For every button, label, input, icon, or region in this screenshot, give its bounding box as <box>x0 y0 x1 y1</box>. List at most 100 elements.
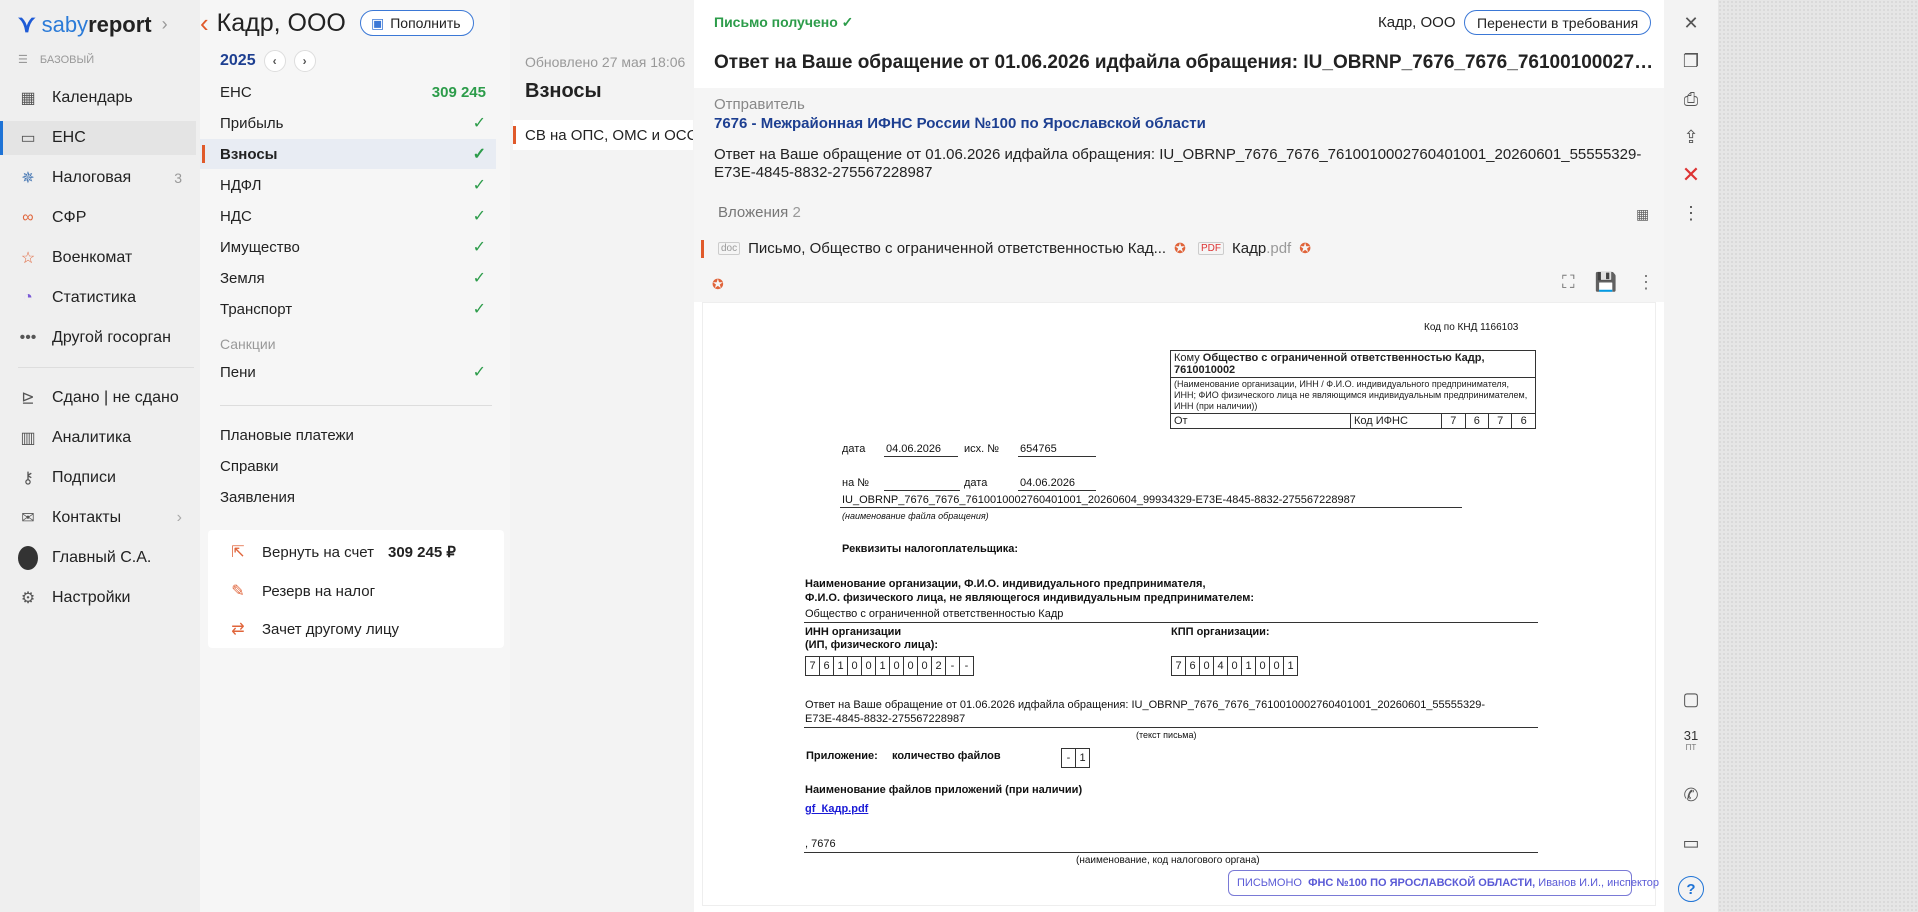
tax-item-nds[interactable]: НДС ✓ <box>200 201 496 231</box>
attachment-pdf[interactable]: PDF Кадр.pdf ✪ <box>1198 240 1311 257</box>
out-number-value: 654765 <box>1020 443 1057 455</box>
tax-item-ens[interactable]: ЕНС 309 245 <box>200 77 496 107</box>
file-icon: doc <box>718 242 741 255</box>
tax-item-ndfl[interactable]: НДФЛ ✓ <box>200 170 496 200</box>
tax-item-peni[interactable]: Пени ✓ <box>200 357 496 387</box>
tax-item-property[interactable]: Имущество ✓ <box>200 232 496 262</box>
date-label: дата <box>842 443 866 455</box>
sidebar-item-contacts[interactable]: ✉ Контакты › <box>0 501 196 535</box>
rule <box>1018 490 1096 491</box>
sidebar-item-military[interactable]: ☆ Военкомат <box>0 241 196 275</box>
close-icon[interactable]: ✕ <box>1676 8 1706 38</box>
letter-text-2: E73E-4845-8832-275567228987 <box>805 713 966 725</box>
sidebar-item-other[interactable]: ••• Другой госорган <box>0 321 196 355</box>
bars-icon: ▥ <box>20 430 36 447</box>
grid-view-icon[interactable]: ▦ <box>1636 206 1649 223</box>
reserve-button[interactable]: ✎ Резерв на налог <box>228 581 375 601</box>
calendar-widget[interactable]: 31 ПТ <box>1676 729 1706 754</box>
check-icon: ✓ <box>472 208 486 225</box>
wallet-icon: ▣ <box>371 14 385 31</box>
tax-item-land[interactable]: Земля ✓ <box>200 263 496 293</box>
tax-item-transport[interactable]: Транспорт ✓ <box>200 294 496 324</box>
sidebar-item-settings[interactable]: ⚙ Настройки <box>0 581 196 615</box>
gear-icon: ⚙ <box>20 590 36 607</box>
sidebar-item-analytics[interactable]: ▥ Аналитика <box>0 421 196 455</box>
sidebar-item-signatures[interactable]: ⚷ Подписи <box>0 461 196 495</box>
back-arrow-icon[interactable]: ‹ <box>200 8 209 39</box>
tax-office-note: (наименование, код налогового органа) <box>1076 855 1260 866</box>
sender-name[interactable]: 7676 - Межрайонная ИФНС России №100 по Я… <box>714 115 1206 132</box>
return-to-account-button[interactable]: ⇱ Вернуть на счет 309 245 ₽ <box>228 542 456 562</box>
copy-icon[interactable]: ❐ <box>1676 46 1706 76</box>
save-icon[interactable]: 💾 <box>1595 272 1617 293</box>
tax-office-code: , 7676 <box>805 838 836 850</box>
name-label: Наименование организации, Ф.И.О. индивид… <box>805 578 1206 590</box>
fullscreen-icon[interactable]: ⛶ <box>1562 272 1575 293</box>
year-selector: 2025 ‹ › <box>220 50 316 72</box>
kpp-boxes: 760401001 <box>1171 656 1298 676</box>
selected-marker <box>701 240 704 258</box>
sidebar-item-tax[interactable]: ✵ Налоговая 3 <box>0 161 196 195</box>
emblem-icon: ✵ <box>21 170 35 187</box>
signature-medal-icon[interactable]: ✪ <box>712 276 724 293</box>
requisites-heading: Реквизиты налогоплательщика: <box>842 543 1019 555</box>
pie-icon: ◔ <box>23 289 33 306</box>
sidebar-item-statistics[interactable]: ◔ Статистика <box>0 281 196 315</box>
topup-button[interactable]: ▣ Пополнить <box>360 10 474 36</box>
date-value: 04.06.2026 <box>886 443 942 455</box>
kpp-label: КПП организации: <box>1171 626 1270 638</box>
offset-button[interactable]: ⇄ Зачет другому лицу <box>228 619 399 639</box>
logo-mark-icon: ⋎ <box>18 11 36 38</box>
logo[interactable]: ⋎ saby report › <box>18 10 168 39</box>
check-icon: ✓ <box>472 270 486 287</box>
rule <box>840 507 1462 508</box>
menu-icon[interactable]: ☰ <box>18 53 28 66</box>
out-number-label: исх. № <box>964 443 1000 455</box>
transfer-to-requirements-button[interactable]: Перенести в требования <box>1464 10 1652 35</box>
sender-label: Отправитель <box>714 96 805 113</box>
prev-year-button[interactable]: ‹ <box>263 50 286 72</box>
sidebar-item-user[interactable]: Главный С.А. <box>0 541 196 575</box>
sidebar-item-calendar[interactable]: ▦ Календарь <box>0 81 196 115</box>
phone-icon[interactable]: ✆ <box>1676 780 1706 810</box>
sidebar-item-done[interactable]: ⊵ Сдано | не сдано <box>0 381 196 415</box>
tax-item-contributions[interactable]: Взносы ✓ <box>200 139 496 169</box>
attachment-link[interactable]: gf_Кадр.pdf <box>805 803 868 815</box>
help-icon[interactable]: ? <box>1678 876 1704 902</box>
ens-balance: 309 245 <box>431 83 486 101</box>
chevron-right-icon: › <box>176 509 182 526</box>
rule <box>804 727 1538 728</box>
chat-icon[interactable]: ▭ <box>1676 828 1706 858</box>
letter-body: Ответ на Ваше обращение от 01.06.2026 ид… <box>714 146 1642 181</box>
check-icon: ✓ <box>472 301 486 318</box>
updated-timestamp: Обновлено 27 мая 18:06 <box>525 54 686 70</box>
divider <box>220 405 492 406</box>
signature-medal-icon: ✪ <box>1299 240 1311 256</box>
transfer-icon: ⇄ <box>231 621 245 638</box>
upload-icon[interactable]: ⇪ <box>1676 122 1706 152</box>
link-planned-payments[interactable]: Плановые платежи <box>220 427 354 444</box>
note-icon[interactable]: ▢ <box>1676 684 1706 714</box>
wallet-icon: ▭ <box>20 130 36 147</box>
tax-item-profit[interactable]: Прибыль ✓ <box>200 108 496 138</box>
more-vertical-icon[interactable]: ⋮ <box>1676 198 1706 228</box>
link-certificates[interactable]: Справки <box>220 458 279 475</box>
sidebar-item-sfr[interactable]: ∞ СФР <box>0 201 196 235</box>
check-icon: ✓ <box>472 239 486 256</box>
check-icon: ✓ <box>472 146 486 163</box>
print-icon[interactable]: ⎙ <box>1676 84 1706 114</box>
return-amount: 309 245 ₽ <box>387 544 456 561</box>
attachment-letter[interactable]: doc Письмо, Общество с ограниченной ответ… <box>718 240 1186 257</box>
contribution-row[interactable]: СВ на ОПС, ОМС и ОСС <box>513 120 693 150</box>
more-vertical-icon[interactable]: ⋮ <box>1637 272 1655 293</box>
link-applications[interactable]: Заявления <box>220 489 295 506</box>
pdf-icon: PDF <box>1198 242 1224 255</box>
file-note: (наименование файла обращения) <box>842 511 989 521</box>
plan-label: ☰ БАЗОВЫЙ <box>18 53 95 67</box>
ref-number-label: на № <box>842 477 870 489</box>
sidebar-item-ens[interactable]: ▭ ЕНС <box>0 121 196 155</box>
divider <box>18 367 194 368</box>
next-year-button[interactable]: › <box>293 50 316 72</box>
delete-icon[interactable]: ✕ <box>1676 160 1706 190</box>
background-area <box>1718 0 1918 912</box>
